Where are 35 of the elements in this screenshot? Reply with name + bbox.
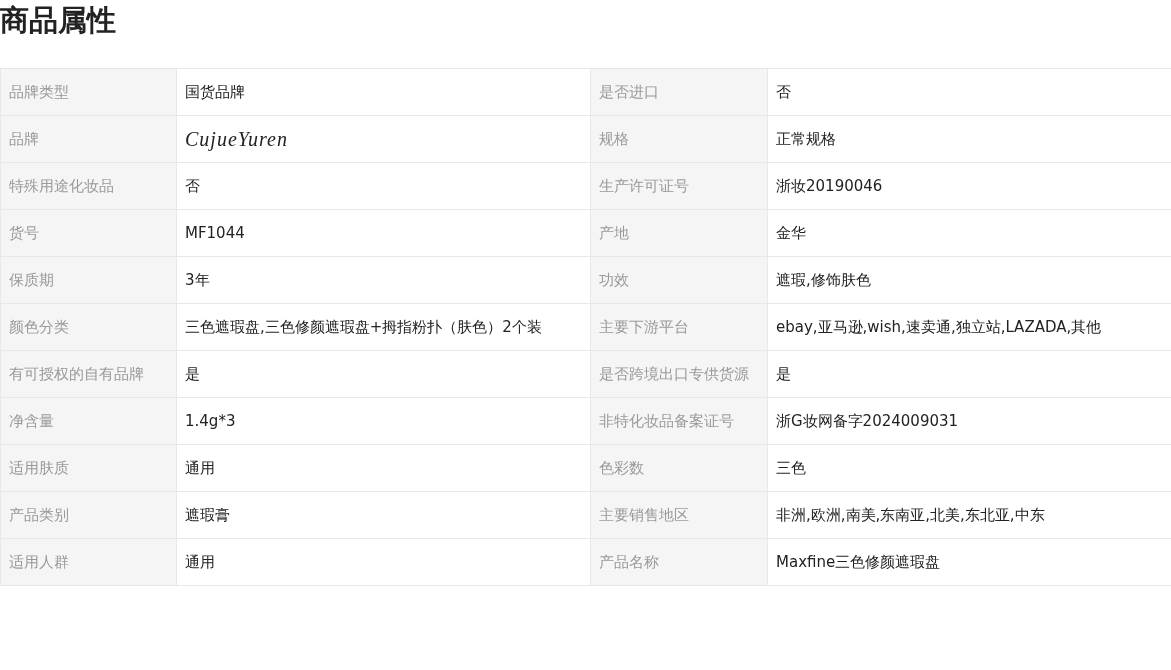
attribute-label: 规格 [590,115,768,163]
attribute-value: 否 [767,68,1171,116]
attribute-label: 净含量 [0,397,177,445]
attribute-label: 适用人群 [0,538,177,586]
attribute-label: 产品类别 [0,491,177,539]
attribute-label: 颜色分类 [0,303,177,351]
section-title: 商品属性 [0,2,117,39]
attribute-label: 保质期 [0,256,177,304]
attribute-value: 3年 [176,256,591,304]
attribute-label: 适用肤质 [0,444,177,492]
attribute-value: 国货品牌 [176,68,591,116]
attribute-label: 特殊用途化妆品 [0,162,177,210]
attribute-label: 是否跨境出口专供货源 [590,350,768,398]
attribute-label: 主要下游平台 [590,303,768,351]
attribute-value: 通用 [176,538,591,586]
attribute-label: 生产许可证号 [590,162,768,210]
attribute-value: 遮瑕膏 [176,491,591,539]
attribute-label: 产品名称 [590,538,768,586]
attribute-label: 货号 [0,209,177,257]
attribute-value: 是 [176,350,591,398]
attribute-label: 是否进口 [590,68,768,116]
attribute-value: 通用 [176,444,591,492]
attribute-label: 品牌类型 [0,68,177,116]
attribute-value: MF1044 [176,209,591,257]
attribute-value: CujueYuren [176,115,591,163]
attribute-label: 色彩数 [590,444,768,492]
attribute-label: 产地 [590,209,768,257]
attribute-label: 有可授权的自有品牌 [0,350,177,398]
attribute-label: 主要销售地区 [590,491,768,539]
attribute-label: 非特化妆品备案证号 [590,397,768,445]
attribute-value: 1.4g*3 [176,397,591,445]
attribute-label: 品牌 [0,115,177,163]
attribute-value: 否 [176,162,591,210]
attribute-value: 三色遮瑕盘,三色修颜遮瑕盘+拇指粉扑（肤色）2个装 [176,303,591,351]
attribute-label: 功效 [590,256,768,304]
